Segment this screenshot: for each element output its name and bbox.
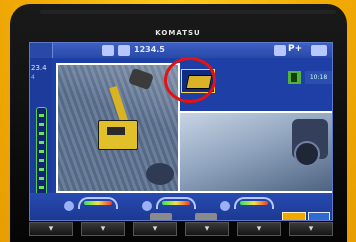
- gauge-segment: [39, 114, 44, 117]
- highlight-circle: [164, 57, 216, 103]
- gauge-segment: [39, 123, 44, 126]
- left-small-value: 4: [31, 74, 35, 81]
- debris-object: [146, 163, 174, 185]
- gauge-segment: [39, 186, 44, 189]
- top-icon-3: [274, 45, 286, 56]
- top-left-indicator: [30, 43, 53, 58]
- function-key-4[interactable]: ▾: [185, 222, 229, 236]
- arc-meter-2: [156, 197, 196, 209]
- mode-button-orange[interactable]: [282, 212, 306, 220]
- arc-meter-fill: [162, 201, 190, 205]
- brand-label: KOMATSU: [155, 29, 201, 37]
- display-screen: 1234.5 P+ 23.4 4 10:18: [29, 42, 333, 221]
- machine-tire-right: [294, 141, 320, 167]
- top-value: 1234.5: [134, 45, 165, 54]
- power-mode-label: P+: [288, 44, 303, 54]
- left-value: 23.4: [31, 64, 47, 72]
- gauge-segment: [39, 159, 44, 162]
- gauge-segment: [39, 168, 44, 171]
- function-key-row: ▾ ▾ ▾ ▾ ▾ ▾: [29, 222, 333, 236]
- control-indicator-1: [150, 213, 172, 220]
- function-key-3[interactable]: ▾: [133, 222, 177, 236]
- top-status-bar: 1234.5 P+: [30, 43, 332, 58]
- function-key-2[interactable]: ▾: [81, 222, 125, 236]
- function-key-1[interactable]: ▾: [29, 222, 73, 236]
- control-indicator-2: [195, 213, 217, 220]
- gauge-icon: [64, 201, 74, 211]
- status-icon: [288, 71, 301, 84]
- gauge-segment: [39, 177, 44, 180]
- arc-meter-1: [78, 197, 118, 209]
- camera-view-right: [178, 111, 332, 193]
- excavator-image: [98, 120, 138, 150]
- time-display: 10:18: [305, 71, 332, 84]
- top-icon-1: [102, 45, 114, 56]
- machine-bucket: [127, 67, 155, 91]
- gauge-icon: [142, 201, 152, 211]
- gauge-segment: [39, 150, 44, 153]
- camera-view-left: [56, 63, 180, 193]
- arc-meter-3: [234, 197, 274, 209]
- vertical-gauge: [36, 107, 47, 205]
- gauge-icon: [220, 201, 230, 211]
- gauge-segment: [39, 132, 44, 135]
- bezel-accent: [40, 10, 336, 14]
- arc-meter-fill: [84, 201, 112, 205]
- top-icon-2: [118, 45, 130, 56]
- function-key-6[interactable]: ▾: [289, 222, 333, 236]
- arc-meter-fill: [240, 201, 268, 205]
- left-status-panel: 23.4 4: [30, 58, 52, 210]
- monitor-panel: KOMATSU 1234.5 P+ 23.4 4 10:18 ▾ ▾ ▾ ▾ ▾…: [0, 0, 356, 242]
- top-icon-4: [311, 45, 327, 56]
- gauge-segment: [39, 141, 44, 144]
- function-key-5[interactable]: ▾: [237, 222, 281, 236]
- mode-button-blue[interactable]: [308, 212, 330, 220]
